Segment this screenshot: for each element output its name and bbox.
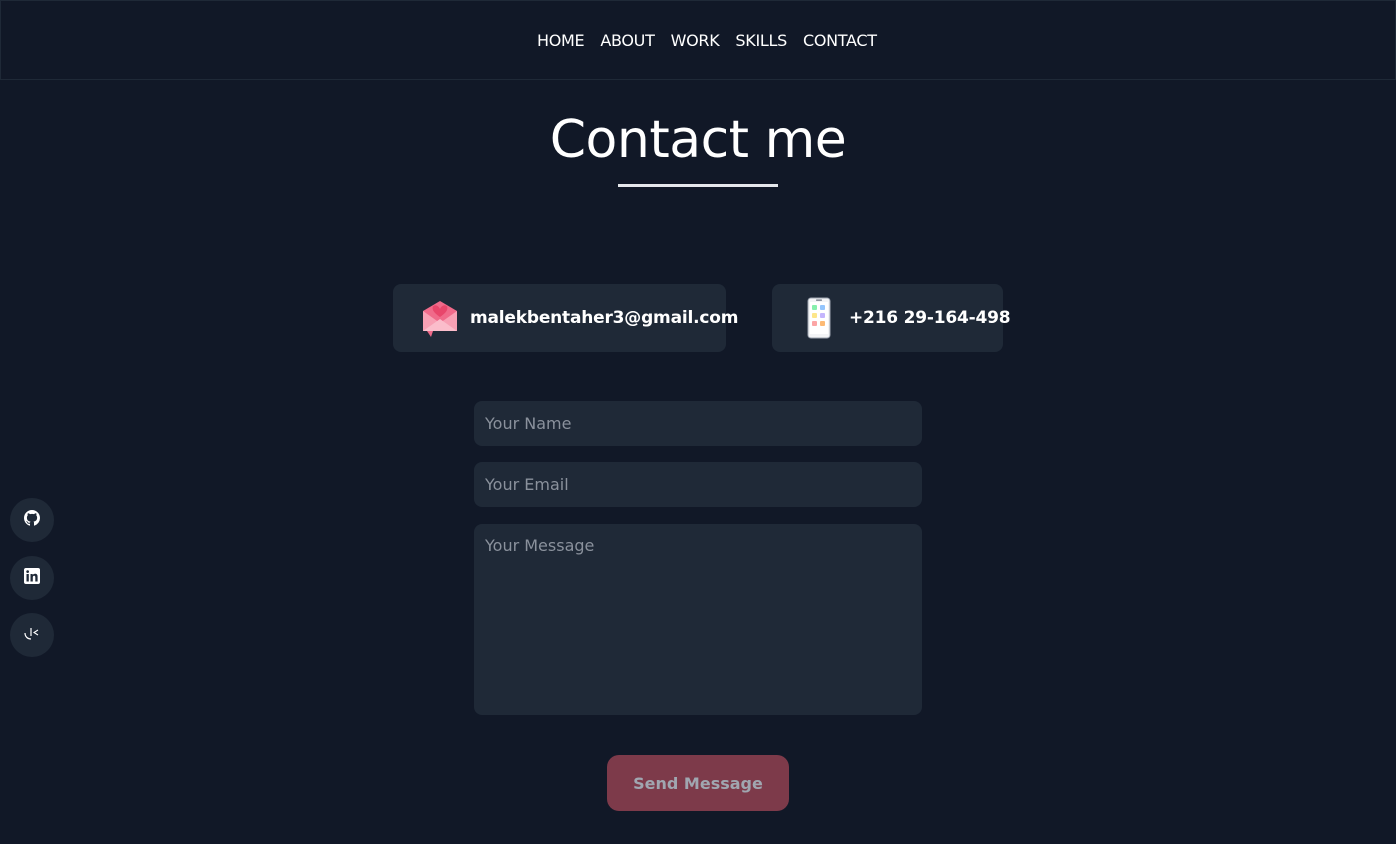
nav-contact-link[interactable]: CONTACT bbox=[803, 30, 877, 52]
linkedin-icon bbox=[24, 568, 40, 588]
linkedin-link[interactable] bbox=[10, 556, 54, 600]
page-title: Contact me bbox=[549, 110, 847, 170]
email-card[interactable]: malekbentaher3@gmail.com bbox=[393, 284, 738, 352]
nav-home-link[interactable]: HOME bbox=[537, 30, 585, 52]
email-address: malekbentaher3@gmail.com bbox=[470, 308, 739, 328]
github-icon bbox=[24, 510, 40, 530]
phone-number: +216 29-164-498 bbox=[849, 308, 1011, 328]
malt-icon bbox=[23, 625, 41, 645]
nav-work-link[interactable]: WORK bbox=[671, 30, 720, 52]
phone-card[interactable]: +216 29-164-498 bbox=[772, 284, 1011, 352]
send-message-button[interactable]: Send Message bbox=[607, 755, 789, 811]
envelope-heart-icon bbox=[419, 297, 461, 339]
github-link[interactable] bbox=[10, 498, 54, 542]
email-input[interactable] bbox=[474, 462, 922, 507]
nav-links: HOME ABOUT WORK SKILLS CONTACT bbox=[537, 30, 893, 52]
navbar: HOME ABOUT WORK SKILLS CONTACT bbox=[0, 0, 1396, 80]
message-textarea[interactable] bbox=[474, 524, 922, 715]
name-input[interactable] bbox=[474, 401, 922, 446]
malt-link[interactable] bbox=[10, 613, 54, 657]
title-underline bbox=[618, 184, 778, 187]
nav-about-link[interactable]: ABOUT bbox=[600, 30, 655, 52]
smartphone-icon bbox=[807, 297, 831, 339]
nav-skills-link[interactable]: SKILLS bbox=[735, 30, 787, 52]
